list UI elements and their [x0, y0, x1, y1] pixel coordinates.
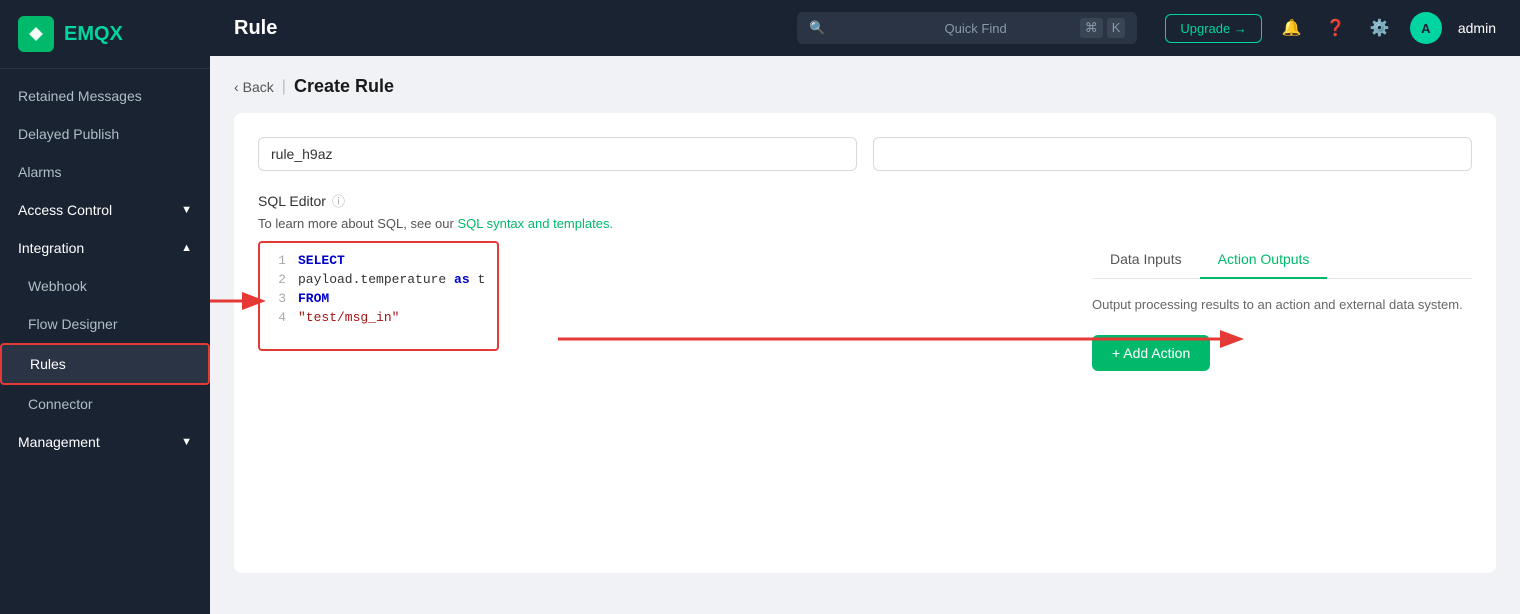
admin-label: admin	[1458, 20, 1496, 36]
back-arrow-icon: ‹	[234, 79, 239, 95]
breadcrumb: ‹ Back | Create Rule	[234, 76, 1496, 97]
sidebar-item-alarms[interactable]: Alarms	[0, 153, 210, 191]
note-input[interactable]	[873, 137, 1472, 171]
search-icon: 🔍	[809, 20, 936, 36]
kbd-k: K	[1107, 18, 1126, 38]
rule-inputs-row	[258, 137, 1472, 171]
emqx-logo-icon	[18, 16, 54, 52]
page-title: Rule	[234, 17, 277, 40]
rule-body: 1SELECT2 payload.temperature as t3FROM4 …	[258, 241, 1472, 371]
line-number: 4	[272, 310, 286, 325]
line-number: 2	[272, 272, 286, 287]
sidebar-item-management[interactable]: Management ▼	[0, 423, 210, 461]
code-line: 3FROM	[260, 289, 497, 308]
back-button[interactable]: ‹ Back	[234, 79, 274, 95]
tab-data-inputs[interactable]: Data Inputs	[1092, 241, 1200, 279]
search-placeholder: Quick Find	[945, 21, 1072, 36]
rule-card: SQL Editor ⓘ To learn more about SQL, se…	[234, 113, 1496, 573]
sidebar-item-connector[interactable]: Connector	[0, 385, 210, 423]
rule-id-input[interactable]	[258, 137, 857, 171]
search-kbd: ⌘ K	[1080, 18, 1126, 38]
settings-icon[interactable]: ⚙️	[1366, 14, 1394, 42]
topnav-actions: Upgrade → 🔔 ❓ ⚙️ A admin	[1165, 12, 1496, 44]
sidebar-item-flow-designer[interactable]: Flow Designer	[0, 305, 210, 343]
sql-editor-label: SQL Editor ⓘ	[258, 191, 1472, 210]
sidebar-logo: EMQX	[0, 0, 210, 69]
chevron-down-icon-mgmt: ▼	[181, 436, 192, 448]
info-icon: ⓘ	[332, 191, 345, 210]
right-arrow-annotation	[558, 299, 1258, 379]
chevron-up-icon: ▲	[181, 242, 192, 254]
search-bar[interactable]: 🔍 Quick Find ⌘ K	[797, 12, 1137, 44]
line-number: 1	[272, 253, 286, 268]
breadcrumb-current: Create Rule	[294, 76, 394, 97]
sidebar-item-webhook[interactable]: Webhook	[0, 267, 210, 305]
notifications-icon[interactable]: 🔔	[1278, 14, 1306, 42]
sql-side: 1SELECT2 payload.temperature as t3FROM4 …	[258, 241, 1068, 371]
sidebar-nav: Retained Messages Delayed Publish Alarms…	[0, 69, 210, 614]
help-icon[interactable]: ❓	[1322, 14, 1350, 42]
kbd-meta: ⌘	[1080, 18, 1103, 38]
code-line: 4 "test/msg_in"	[260, 308, 497, 327]
tab-action-outputs[interactable]: Action Outputs	[1200, 241, 1328, 279]
sidebar-item-retained-messages[interactable]: Retained Messages	[0, 77, 210, 115]
topnav: Rule 🔍 Quick Find ⌘ K Upgrade → 🔔 ❓ ⚙️ A…	[210, 0, 1520, 56]
main-content: Rule 🔍 Quick Find ⌘ K Upgrade → 🔔 ❓ ⚙️ A…	[210, 0, 1520, 614]
action-tabs: Data Inputs Action Outputs	[1092, 241, 1472, 279]
sidebar-item-access-control[interactable]: Access Control ▼	[0, 191, 210, 229]
sql-link[interactable]: SQL syntax and templates.	[457, 216, 613, 231]
emqx-logo-text: EMQX	[64, 23, 123, 46]
sidebar-item-rules[interactable]: Rules	[0, 343, 210, 385]
code-line: 2 payload.temperature as t	[260, 270, 497, 289]
line-number: 3	[272, 291, 286, 306]
sidebar-item-integration[interactable]: Integration ▲	[0, 229, 210, 267]
content-area: ‹ Back | Create Rule SQL Editor ⓘ To lea…	[210, 56, 1520, 614]
code-line: 1SELECT	[260, 251, 497, 270]
sidebar: EMQX Retained Messages Delayed Publish A…	[0, 0, 210, 614]
code-editor[interactable]: 1SELECT2 payload.temperature as t3FROM4 …	[258, 241, 499, 351]
sql-hint: To learn more about SQL, see our SQL syn…	[258, 216, 1472, 231]
breadcrumb-separator: |	[282, 78, 286, 96]
upgrade-button[interactable]: Upgrade →	[1165, 14, 1261, 43]
sidebar-item-delayed-publish[interactable]: Delayed Publish	[0, 115, 210, 153]
avatar[interactable]: A	[1410, 12, 1442, 44]
left-arrow-annotation	[210, 261, 268, 321]
chevron-down-icon: ▼	[181, 204, 192, 216]
